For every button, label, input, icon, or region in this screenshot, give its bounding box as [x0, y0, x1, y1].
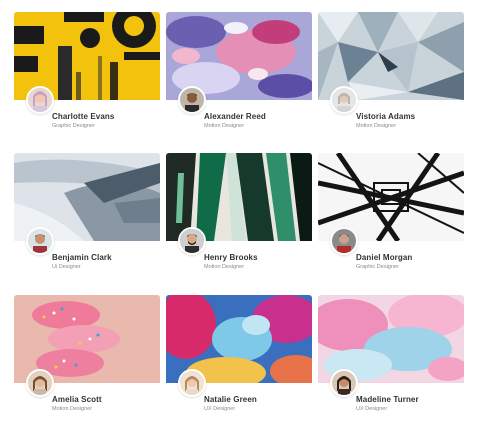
designer-name: Alexander Reed [204, 112, 266, 121]
designer-card[interactable]: Charlotte Evans Graphic Designer [14, 12, 160, 142]
avatar[interactable] [178, 86, 206, 114]
designer-role: UX Designer [356, 406, 388, 412]
designer-card[interactable]: Alexander Reed Motion Designer [166, 12, 312, 142]
designer-card[interactable]: Amelia Scott Motion Designer [14, 295, 160, 425]
designer-role: Ui Designer [52, 264, 81, 270]
avatar[interactable] [330, 369, 358, 397]
avatar[interactable] [330, 227, 358, 255]
designer-name: Vistoria Adams [356, 112, 416, 121]
designer-name: Henry Brooks [204, 253, 258, 262]
designer-role: Graphic Designer [52, 123, 95, 129]
designer-role: UX Designer [204, 406, 236, 412]
designer-name: Madeline Turner [356, 395, 419, 404]
avatar[interactable] [178, 369, 206, 397]
designer-role: Motion Designer [204, 264, 245, 270]
designer-card[interactable]: Daniel Morgan Graphic Designer [318, 153, 464, 283]
avatar[interactable] [178, 227, 206, 255]
avatar[interactable] [26, 369, 54, 397]
designer-card[interactable]: Benjamin Clark Ui Designer [14, 153, 160, 283]
designer-name: Natalie Green [204, 395, 257, 404]
designer-role: Graphic Designer [356, 264, 399, 270]
designer-role: Motion Designer [52, 406, 93, 412]
designer-name: Charlotte Evans [52, 112, 115, 121]
designer-role: Motion Designer [204, 123, 245, 129]
avatar[interactable] [330, 86, 358, 114]
designer-name: Daniel Morgan [356, 253, 413, 262]
designer-card[interactable]: Madeline Turner UX Designer [318, 295, 464, 425]
designer-name: Benjamin Clark [52, 253, 112, 262]
avatar[interactable] [26, 86, 54, 114]
designer-card[interactable]: Vistoria Adams Motion Designer [318, 12, 464, 142]
designer-card[interactable]: Natalie Green UX Designer [166, 295, 312, 425]
avatar[interactable] [26, 227, 54, 255]
designer-name: Amelia Scott [52, 395, 102, 404]
designer-role: Motion Designer [356, 123, 397, 129]
designer-card[interactable]: Henry Brooks Motion Designer [166, 153, 312, 283]
